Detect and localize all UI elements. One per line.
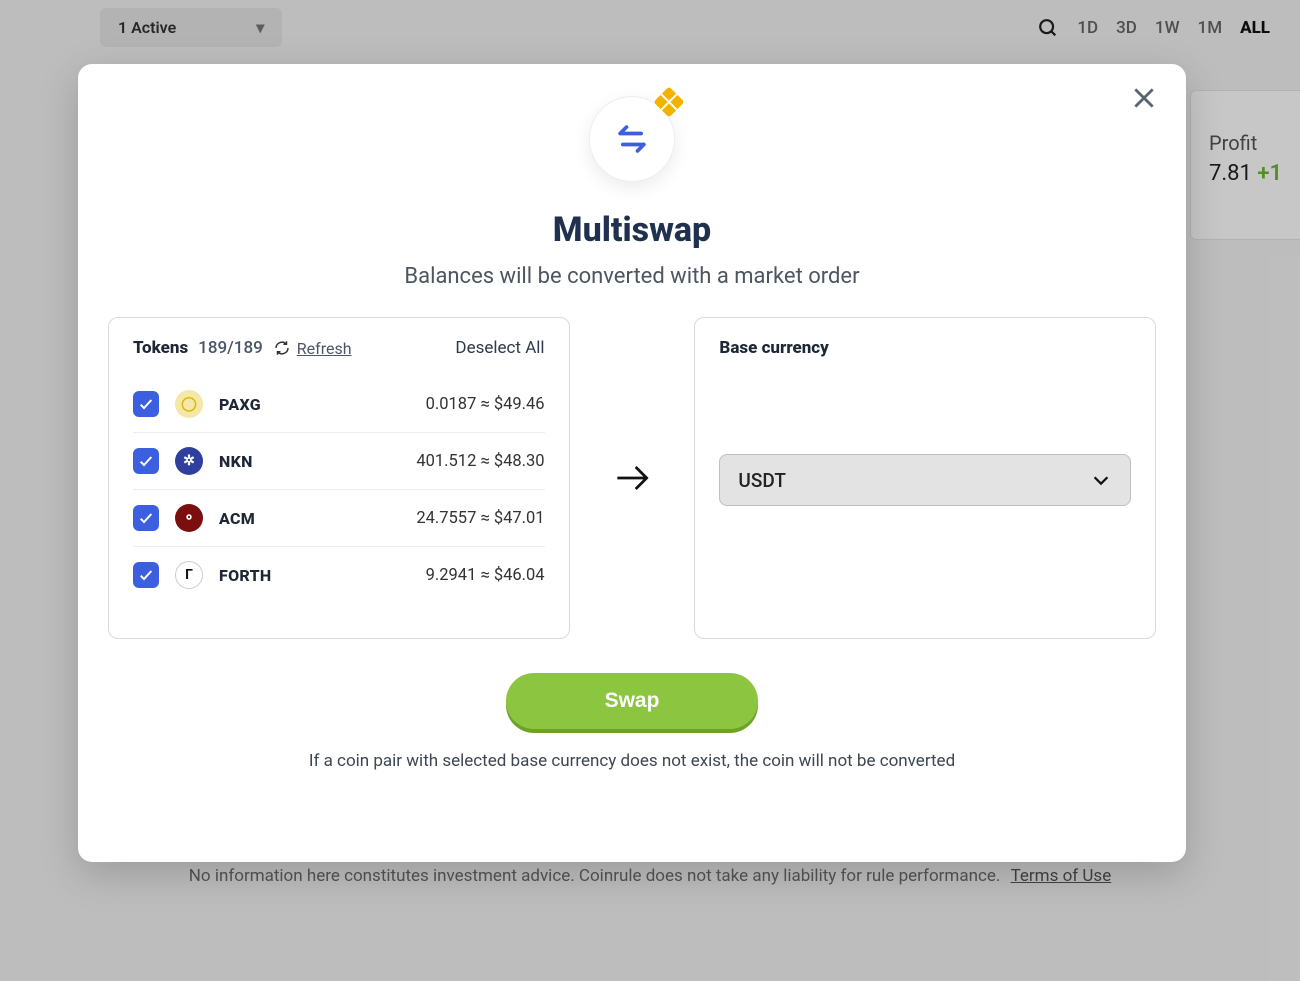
token-row: ⚬ ACM 24.7557 ≈ $47.01 (133, 490, 545, 547)
multiswap-modal: Multiswap Balances will be converted wit… (78, 64, 1186, 862)
swap-icon (589, 96, 675, 182)
tokens-header: Tokens 189/189 Refresh Deselect All (133, 338, 545, 358)
modal-subtitle: Balances will be converted with a market… (108, 264, 1156, 289)
modal-icon-wrap (108, 96, 1156, 182)
tokens-count: 189/189 (198, 338, 263, 358)
token-checkbox[interactable] (133, 505, 159, 531)
modal-note: If a coin pair with selected base curren… (108, 751, 1156, 771)
token-symbol: ACM (219, 509, 255, 528)
close-button[interactable] (1126, 80, 1162, 116)
token-symbol: NKN (219, 452, 253, 471)
token-icon: ⚬ (175, 504, 203, 532)
token-amount: 24.7557 ≈ $47.01 (416, 509, 544, 528)
token-icon: ✲ (175, 447, 203, 475)
token-symbol: PAXG (219, 395, 261, 414)
chevron-down-icon (1090, 469, 1112, 491)
token-row: ◯ PAXG 0.0187 ≈ $49.46 (133, 376, 545, 433)
token-row: Γ FORTH 9.2941 ≈ $46.04 (133, 547, 545, 603)
tokens-panel: Tokens 189/189 Refresh Deselect All ◯ PAX… (108, 317, 570, 639)
token-icon: ◯ (175, 390, 203, 418)
panels: Tokens 189/189 Refresh Deselect All ◯ PAX… (108, 317, 1156, 639)
base-currency-value: USDT (738, 469, 785, 492)
token-checkbox[interactable] (133, 562, 159, 588)
base-currency-panel: Base currency USDT (694, 317, 1156, 639)
modal-title: Multiswap (108, 210, 1156, 250)
token-checkbox[interactable] (133, 391, 159, 417)
refresh-button[interactable]: Refresh (273, 339, 352, 358)
deselect-all-button[interactable]: Deselect All (455, 338, 544, 358)
token-checkbox[interactable] (133, 448, 159, 474)
refresh-label: Refresh (297, 339, 352, 358)
swap-button[interactable]: Swap (506, 673, 758, 729)
token-amount: 401.512 ≈ $48.30 (416, 452, 544, 471)
arrow-right-icon (606, 317, 659, 639)
token-row: ✲ NKN 401.512 ≈ $48.30 (133, 433, 545, 490)
token-amount: 0.0187 ≈ $49.46 (426, 395, 545, 414)
base-currency-select[interactable]: USDT (719, 454, 1131, 506)
token-symbol: FORTH (219, 566, 272, 585)
binance-badge-icon (653, 86, 684, 117)
tokens-label: Tokens (133, 338, 188, 358)
token-amount: 9.2941 ≈ $46.04 (426, 566, 545, 585)
base-currency-label: Base currency (719, 338, 1131, 358)
token-list: ◯ PAXG 0.0187 ≈ $49.46 ✲ NKN 401.512 ≈ $48.30… (133, 376, 545, 603)
token-icon: Γ (175, 561, 203, 589)
